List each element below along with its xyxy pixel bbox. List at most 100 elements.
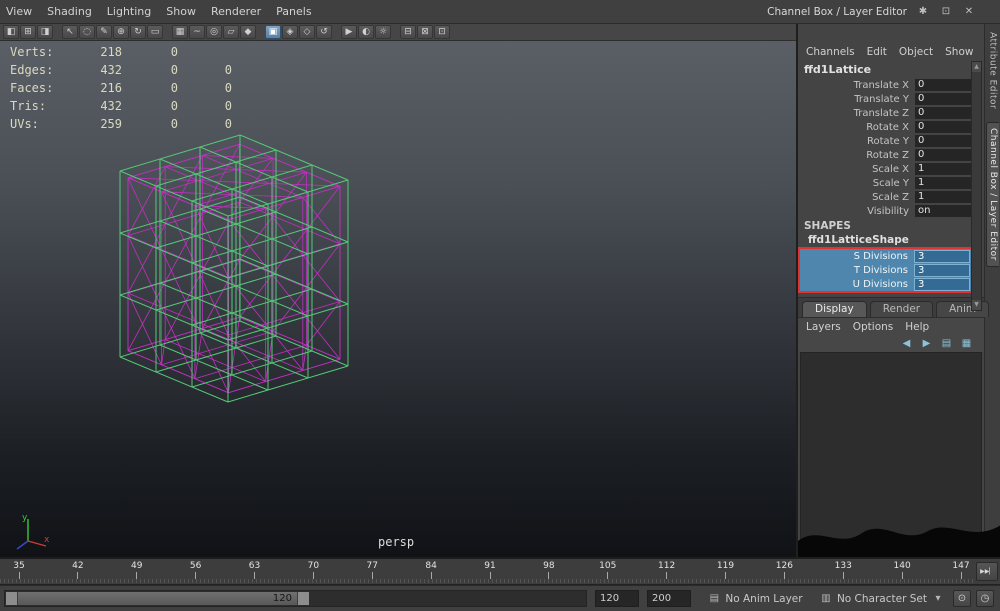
output-connections-icon[interactable]: ◇	[299, 25, 315, 39]
auto-keyframe-button[interactable]: ⊙	[953, 590, 971, 607]
channel-label[interactable]: Rotate Y	[798, 136, 915, 147]
rotate-tool-icon[interactable]: ↻	[130, 25, 146, 39]
construction-history-icon[interactable]: ↺	[316, 25, 332, 39]
float-panel-icon[interactable]: ⊡	[939, 6, 953, 17]
channel-label[interactable]: Scale Z	[798, 192, 915, 203]
channel-value-field[interactable]: 0	[915, 149, 971, 161]
toolbar-separator[interactable]	[54, 25, 61, 39]
channel-label[interactable]: Rotate X	[798, 122, 915, 133]
range-end-handle[interactable]	[297, 592, 309, 605]
dock-vertical-tab[interactable]: Attribute Editor	[987, 27, 999, 114]
channel-value-field[interactable]: 3	[914, 277, 970, 291]
menu-item[interactable]: Panels	[276, 5, 311, 18]
channel-label[interactable]: U Divisions	[800, 279, 914, 290]
layer-prev-icon[interactable]: ◀	[899, 338, 914, 349]
channel-label[interactable]: Scale X	[798, 164, 915, 175]
range-slider-bar[interactable]: 120	[6, 592, 309, 605]
channel-label[interactable]: T Divisions	[800, 265, 914, 276]
channel-row: Translate Y 0	[798, 92, 984, 106]
shape-node-name[interactable]: ffd1LatticeShape	[798, 233, 984, 247]
channel-box-menu-item[interactable]: Channels	[806, 46, 855, 58]
layer-editor-menu-item[interactable]: Options	[853, 321, 894, 333]
range-start-handle[interactable]	[6, 592, 18, 605]
panel-options-icon[interactable]: ✱	[916, 6, 930, 17]
scale-tool-icon[interactable]: ▭	[147, 25, 163, 39]
single-pane-layout-icon[interactable]: ◧	[3, 25, 19, 39]
new-layer-from-selected-icon[interactable]: ▦	[959, 338, 974, 349]
snap-to-grid-icon[interactable]: ▦	[172, 25, 188, 39]
channel-label[interactable]: Rotate Z	[798, 150, 915, 161]
channel-value-field[interactable]: 3	[914, 263, 970, 277]
new-empty-layer-icon[interactable]: ▤	[939, 338, 954, 349]
layer-list-empty[interactable]	[800, 352, 982, 555]
toolbar-separator[interactable]	[392, 25, 399, 39]
animation-preferences-button[interactable]: ◷	[976, 590, 994, 607]
snap-to-point-icon[interactable]: ◎	[206, 25, 222, 39]
character-set-selector[interactable]: ▥ No Character Set ▾	[819, 593, 945, 605]
playback-end-field[interactable]	[647, 590, 691, 607]
channel-value-field[interactable]: 0	[915, 121, 971, 133]
toolbar-separator[interactable]	[333, 25, 340, 39]
channel-label[interactable]: Visibility	[798, 206, 915, 217]
go-to-end-button[interactable]: ▶▶▏	[976, 562, 998, 581]
layer-editor-menu-item[interactable]: Layers	[806, 321, 841, 333]
paint-select-tool-icon[interactable]: ✎	[96, 25, 112, 39]
render-frame-icon[interactable]: ▶	[341, 25, 357, 39]
channel-label[interactable]: Translate Y	[798, 94, 915, 105]
toolbar-separator[interactable]	[164, 25, 171, 39]
layer-editor-tab[interactable]: Render	[869, 301, 934, 317]
channel-label[interactable]: S Divisions	[800, 251, 914, 262]
dock-vertical-tab[interactable]: Channel Box / Layer Editor	[986, 122, 999, 268]
menu-item[interactable]: Shading	[47, 5, 92, 18]
menu-item[interactable]: Show	[166, 5, 196, 18]
channel-value-field[interactable]: 0	[915, 79, 971, 91]
counter-display-icon[interactable]: ⊟	[400, 25, 416, 39]
select-tool-icon[interactable]: ↖	[62, 25, 78, 39]
script-editor-icon[interactable]: ⊠	[417, 25, 433, 39]
snap-to-plane-icon[interactable]: ▱	[223, 25, 239, 39]
layer-next-icon[interactable]: ▶	[919, 338, 934, 349]
toolbar-separator[interactable]	[257, 25, 264, 39]
scroll-up-icon[interactable]: ▲	[972, 62, 981, 72]
layer-editor-menu-item[interactable]: Help	[905, 321, 929, 333]
channel-value-field[interactable]: 1	[915, 191, 971, 203]
render-settings-icon[interactable]: ☼	[375, 25, 391, 39]
channel-box-menu-item[interactable]: Edit	[867, 46, 887, 58]
menu-item[interactable]: Renderer	[211, 5, 261, 18]
channel-value-field[interactable]: 0	[915, 93, 971, 105]
channel-value-field[interactable]: 1	[915, 163, 971, 175]
channel-label[interactable]: Scale Y	[798, 178, 915, 189]
playback-start-field[interactable]	[595, 590, 639, 607]
time-slider[interactable]: 35 42 49 56 63 70 77 84 91 98 105 112 11…	[0, 557, 1000, 585]
range-slider-track[interactable]: 120	[4, 590, 587, 607]
ipr-render-icon[interactable]: ◐	[358, 25, 374, 39]
close-panel-icon[interactable]: ✕	[962, 6, 976, 17]
move-tool-icon[interactable]: ⊕	[113, 25, 129, 39]
four-pane-layout-icon[interactable]: ⊞	[20, 25, 36, 39]
node-name[interactable]: ffd1Lattice	[798, 61, 984, 78]
anim-layer-selector[interactable]: ▤ No Anim Layer	[707, 593, 803, 605]
snap-to-curve-icon[interactable]: ~	[189, 25, 205, 39]
channel-value-field[interactable]: on	[915, 205, 971, 217]
channel-value-field[interactable]: 3	[914, 249, 970, 263]
scroll-down-icon[interactable]: ▼	[972, 300, 981, 310]
channel-value-field[interactable]: 0	[915, 107, 971, 119]
selection-highlight-icon[interactable]: ▣	[265, 25, 281, 39]
channel-label[interactable]: Translate X	[798, 80, 915, 91]
timeline-tick-label: 105	[599, 561, 617, 571]
menu-item[interactable]: View	[6, 5, 32, 18]
input-connections-icon[interactable]: ◈	[282, 25, 298, 39]
channel-value-field[interactable]: 1	[915, 177, 971, 189]
layer-editor-tab[interactable]: Display	[802, 301, 867, 317]
perspective-viewport[interactable]: Verts: 218 0 Edges: 432 0 0 Faces: 216 0…	[0, 41, 796, 557]
menu-item[interactable]: Lighting	[107, 5, 151, 18]
channel-box-scrollbar[interactable]: ▲ ▼	[971, 61, 982, 311]
lasso-tool-icon[interactable]: ◌	[79, 25, 95, 39]
channel-label[interactable]: Translate Z	[798, 108, 915, 119]
channel-value-field[interactable]: 0	[915, 135, 971, 147]
make-live-icon[interactable]: ◆	[240, 25, 256, 39]
channel-box-menu-item[interactable]: Object	[899, 46, 933, 58]
hypershade-layout-icon[interactable]: ◨	[37, 25, 53, 39]
channel-box-menu-item[interactable]: Show	[945, 46, 973, 58]
command-line-icon[interactable]: ⊡	[434, 25, 450, 39]
